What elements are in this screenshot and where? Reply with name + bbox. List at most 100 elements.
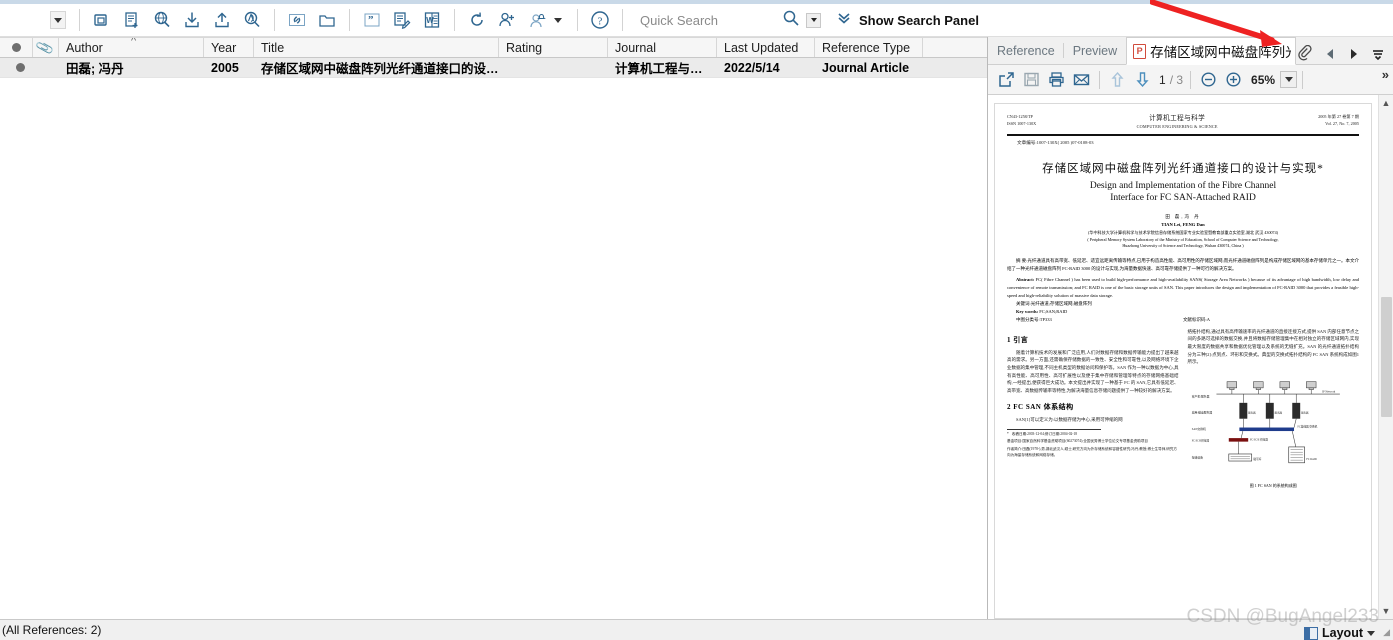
scroll-down-icon[interactable]: ▼ — [1382, 606, 1391, 616]
section-1-paragraph: 随着计算机技术的发展和广泛应用,人们对数据存储和数据传输能力提出了越来越高的需求… — [1007, 349, 1179, 394]
abstract-en-text: FC( Fibre Channel ) has been used to bui… — [1007, 276, 1360, 299]
print-icon[interactable] — [1044, 68, 1069, 92]
current-page-value[interactable]: 1 — [1159, 73, 1166, 87]
online-search-icon[interactable] — [148, 6, 176, 34]
zoom-dropdown-button[interactable] — [1280, 71, 1298, 88]
pdf-toolbar-divider — [1099, 70, 1100, 89]
scrollbar-thumb[interactable] — [1380, 297, 1392, 417]
tab-reference[interactable]: Reference — [988, 37, 1064, 64]
layout-button[interactable]: Layout — [1304, 626, 1375, 640]
search-options-button[interactable] — [806, 12, 821, 28]
notify-icon[interactable] — [523, 6, 551, 34]
tab-prev-button[interactable] — [1320, 44, 1340, 64]
tab-preview[interactable]: Preview — [1064, 37, 1126, 64]
resize-grip[interactable]: ◢ — [1383, 627, 1390, 638]
notify-dropdown-button[interactable] — [552, 11, 564, 29]
help-icon[interactable]: ? — [586, 6, 614, 34]
row-year: 2005 — [211, 60, 239, 75]
footnote-bio: 作者简介:田磊(1978-),男,湖北武汉人,硕士,研究方向为外存储系统和容错性… — [1007, 447, 1177, 457]
figure-label-storage: 存储设备 — [1191, 456, 1202, 460]
open-file-icon[interactable] — [313, 6, 341, 34]
row-rating — [499, 58, 608, 77]
previous-page-button[interactable] — [1105, 68, 1130, 92]
tab-next-button[interactable] — [1344, 44, 1364, 64]
figure-1-diagram: 客户机/服务器 IP Network 应用/磁盘服务器 服务器 服务器 服务器 … — [1191, 381, 1340, 464]
link-icon[interactable] — [283, 6, 311, 34]
figure-label-san-switch: SAN交换机 — [1191, 427, 1205, 431]
pdf-toolbar-divider-2 — [1190, 70, 1192, 89]
toolbar-overflow-button[interactable] — [50, 11, 66, 29]
row-attachment — [33, 58, 59, 77]
open-external-icon[interactable] — [994, 68, 1019, 92]
zoom-out-icon[interactable] — [1196, 68, 1221, 92]
abstract-en-label: Abstract: — [1016, 276, 1035, 282]
save-icon[interactable] — [1019, 68, 1044, 92]
export-word-icon[interactable]: W — [418, 6, 446, 34]
pdf-toolbar: 1 / 3 65% » — [988, 65, 1393, 95]
reference-library-panel: 📎 Author ^ Year Title Rating Journal Las… — [0, 37, 988, 619]
triangle-right-icon — [1351, 49, 1357, 59]
paper-authors-en: TIAN Lei, FENG Dan — [1161, 222, 1205, 228]
status-bar: (All References: 2) Layout ◢ — [0, 619, 1393, 640]
column-header-last-updated[interactable]: Last Updated — [717, 38, 815, 57]
svg-text:”: ” — [368, 14, 374, 26]
toolbar-divider-3 — [349, 9, 350, 31]
figure-label-bridge-left: FC/SCSI桥接器 — [1191, 439, 1209, 443]
svg-text:服务器: 服务器 — [1248, 411, 1256, 415]
keywords-en-label: Key words: — [1016, 309, 1039, 315]
figure-1: 客户机/服务器 IP Network 应用/磁盘服务器 服务器 服务器 服务器 … — [1188, 370, 1360, 491]
tab-pdf-document[interactable]: P 存储区域网中磁盘阵列光纤通… — [1126, 37, 1296, 65]
show-search-panel-button[interactable]: Show Search Panel — [835, 9, 979, 32]
column-header-title[interactable]: Title — [254, 38, 499, 57]
triangle-left-icon — [1327, 49, 1333, 59]
pdf-preview-panel: Reference Preview P 存储区域网中磁盘阵列光纤通… — [988, 37, 1393, 619]
copy-reference-icon[interactable] — [88, 6, 116, 34]
show-search-panel-label: Show Search Panel — [859, 12, 979, 28]
table-row[interactable]: 田磊; 冯丹 2005 存储区域网中磁盘阵列光纤通道接口的设… 计算机工程与… … — [0, 58, 987, 78]
sync-icon[interactable] — [463, 6, 491, 34]
panel-tab-bar: Reference Preview P 存储区域网中磁盘阵列光纤通… — [988, 37, 1393, 65]
new-reference-icon[interactable] — [118, 6, 146, 34]
column-header-journal[interactable]: Journal — [608, 38, 717, 57]
share-icon[interactable] — [493, 6, 521, 34]
zoom-in-icon[interactable] — [1221, 68, 1246, 92]
column-header-read-status[interactable] — [0, 38, 33, 57]
journal-name-en: COMPUTER ENGINEERING & SCIENCE — [1136, 124, 1218, 130]
layout-label: Layout — [1322, 626, 1363, 640]
column-label-reference-type: Reference Type — [822, 40, 911, 55]
column-header-attachment[interactable]: 📎 — [33, 38, 59, 57]
import-icon[interactable] — [178, 6, 206, 34]
pdf-toolbar-overflow-button[interactable]: » — [1382, 67, 1389, 82]
column-header-rating[interactable]: Rating — [499, 38, 608, 57]
affiliation-cn: (华中科技大学计算机科学与技术学院信息存储系统国家专业实验室暨教育部重点实验室,… — [1087, 229, 1278, 235]
figure-label-app-servers: 应用/磁盘服务器 — [1191, 411, 1212, 415]
find-full-text-icon[interactable] — [238, 6, 266, 34]
affiliation-en-line2: Huazhong University of Science and Techn… — [1122, 243, 1244, 249]
journal-header-right: 2005 年第 27 卷第 7 期 Vol. 27, No. 7, 2005 — [1318, 114, 1359, 131]
search-icon[interactable] — [782, 9, 800, 32]
format-bibliography-icon[interactable] — [388, 6, 416, 34]
column-header-year[interactable]: Year — [204, 38, 254, 57]
column-header-author[interactable]: Author ^ — [59, 38, 204, 57]
row-title: 存储区域网中磁盘阵列光纤通道接口的设… — [261, 62, 499, 76]
keywords-en: Key words: FC;SAN;RAID — [1007, 308, 1359, 316]
column-header-reference-type[interactable]: Reference Type — [815, 38, 923, 57]
pdf-file-icon: P — [1133, 43, 1147, 59]
quick-search-input[interactable]: Quick Search — [640, 13, 780, 28]
affiliation-en-line1: ( Peripheral Memory System Laboratory of… — [1087, 237, 1279, 243]
row-read-status[interactable] — [0, 58, 33, 77]
chevrons-down-icon — [835, 9, 853, 32]
row-reference-type: Journal Article — [822, 60, 910, 75]
insert-citation-icon[interactable]: ” — [358, 6, 386, 34]
journal-header: CN43-1258/TP ISSN 1007-130X 计算机工程与科学 COM… — [1007, 114, 1359, 131]
tab-list-button[interactable] — [1368, 44, 1388, 64]
tab-preview-label: Preview — [1072, 43, 1118, 58]
figure-label-bridge: FC/SCSI 桥接器 — [1249, 438, 1267, 442]
email-icon[interactable] — [1069, 68, 1094, 92]
next-page-button[interactable] — [1130, 68, 1155, 92]
scroll-up-icon[interactable]: ▲ — [1382, 98, 1391, 108]
abstract-en: Abstract: FC( Fibre Channel ) has been u… — [1007, 276, 1359, 300]
pdf-vertical-scrollbar[interactable]: ▲ ▼ — [1378, 95, 1393, 619]
export-icon[interactable] — [208, 6, 236, 34]
paperclip-icon[interactable] — [1296, 44, 1316, 64]
